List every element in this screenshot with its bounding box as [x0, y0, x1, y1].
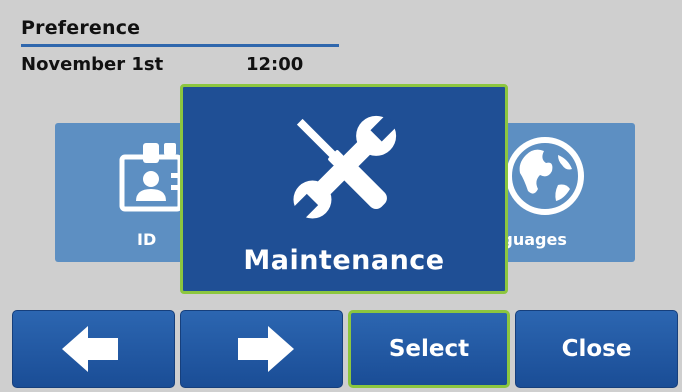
date-display: November 1st	[21, 54, 164, 75]
page-title: Preference	[21, 17, 141, 39]
wrench-screwdriver-icon	[291, 114, 398, 221]
next-button[interactable]	[180, 310, 343, 388]
arrow-right-icon	[237, 326, 294, 372]
header-divider	[21, 44, 339, 47]
carousel-card-label: ID	[137, 230, 157, 249]
previous-button[interactable]	[12, 310, 175, 388]
carousel-card-maintenance[interactable]: Maintenance	[180, 84, 508, 294]
select-button[interactable]: Select	[348, 310, 510, 388]
close-button[interactable]: Close	[515, 310, 678, 388]
preference-screen: Preference November 1st 12:00 ID nguages	[0, 0, 682, 392]
arrow-left-icon	[61, 326, 118, 372]
time-display: 12:00	[246, 54, 304, 75]
carousel-card-label: Maintenance	[243, 245, 445, 276]
globe-icon	[506, 137, 584, 215]
